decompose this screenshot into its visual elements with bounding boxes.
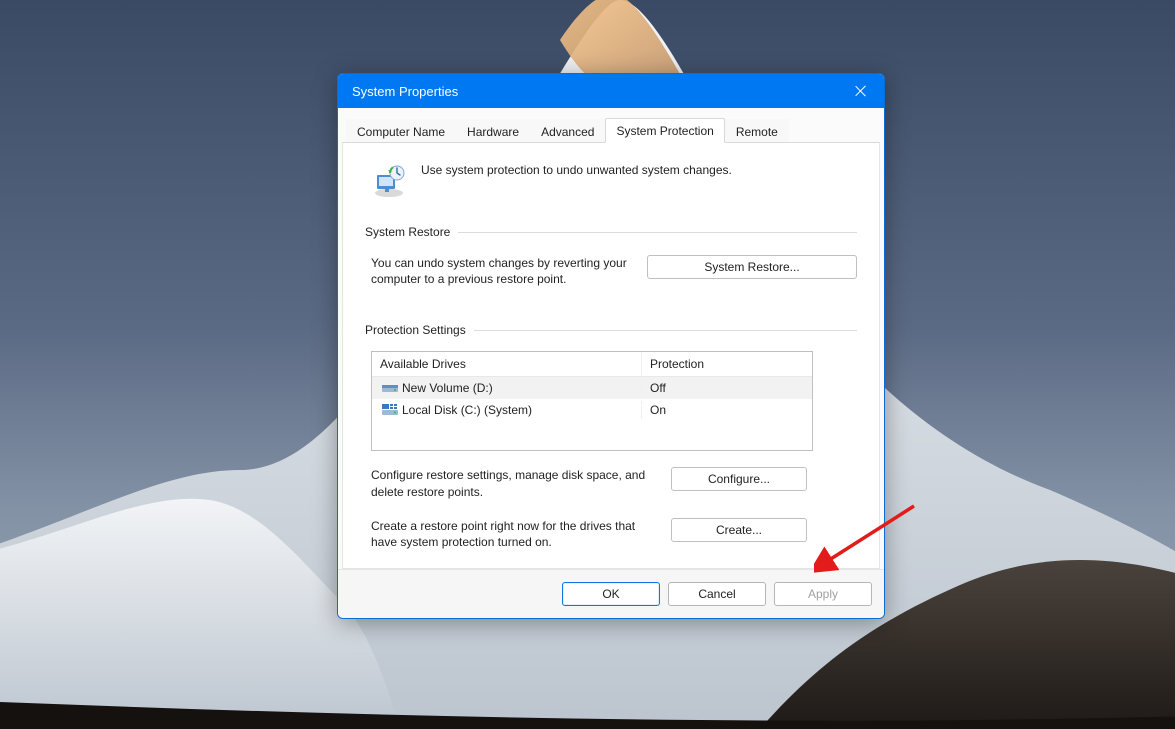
drive-name: Local Disk (C:) (System) <box>402 403 532 417</box>
close-icon <box>855 85 867 97</box>
divider <box>458 232 857 233</box>
tabstrip: Computer Name Hardware Advanced System P… <box>342 112 880 142</box>
system-protection-icon <box>371 163 407 199</box>
configure-description: Configure restore settings, manage disk … <box>371 467 651 499</box>
titlebar[interactable]: System Properties <box>338 74 884 108</box>
tab-system-protection[interactable]: System Protection <box>605 118 724 143</box>
group-header-restore: System Restore <box>365 225 857 239</box>
system-restore-button[interactable]: System Restore... <box>647 255 857 279</box>
column-drives[interactable]: Available Drives <box>372 352 642 376</box>
drive-icon <box>382 382 398 394</box>
tab-computer-name[interactable]: Computer Name <box>346 119 456 143</box>
drive-name: New Volume (D:) <box>402 381 493 395</box>
dialog-title: System Properties <box>352 84 838 99</box>
apply-button[interactable]: Apply <box>774 582 872 606</box>
drives-table[interactable]: Available Drives Protection New Volume (… <box>371 351 813 451</box>
drive-protection: Off <box>642 379 812 397</box>
divider <box>474 330 857 331</box>
group-title-settings: Protection Settings <box>365 323 466 337</box>
create-button[interactable]: Create... <box>671 518 807 542</box>
cancel-button[interactable]: Cancel <box>668 582 766 606</box>
restore-description: You can undo system changes by reverting… <box>371 255 627 287</box>
intro-text: Use system protection to undo unwanted s… <box>421 161 732 177</box>
tab-advanced[interactable]: Advanced <box>530 119 605 143</box>
group-title-restore: System Restore <box>365 225 450 239</box>
drive-protection: On <box>642 401 812 419</box>
drive-icon <box>382 404 398 416</box>
configure-button[interactable]: Configure... <box>671 467 807 491</box>
table-header: Available Drives Protection <box>372 352 812 377</box>
tab-hardware[interactable]: Hardware <box>456 119 530 143</box>
tab-content: Use system protection to undo unwanted s… <box>342 142 880 569</box>
create-description: Create a restore point right now for the… <box>371 518 651 550</box>
group-header-settings: Protection Settings <box>365 323 857 337</box>
table-row[interactable]: Local Disk (C:) (System) On <box>372 399 812 421</box>
table-row[interactable]: New Volume (D:) Off <box>372 377 812 399</box>
ok-button[interactable]: OK <box>562 582 660 606</box>
dialog-footer: OK Cancel Apply <box>338 569 884 618</box>
column-protection[interactable]: Protection <box>642 352 812 376</box>
dialog-body: Computer Name Hardware Advanced System P… <box>338 108 884 569</box>
tab-remote[interactable]: Remote <box>725 119 789 143</box>
system-properties-dialog: System Properties Computer Name Hardware… <box>337 73 885 619</box>
close-button[interactable] <box>838 74 884 108</box>
